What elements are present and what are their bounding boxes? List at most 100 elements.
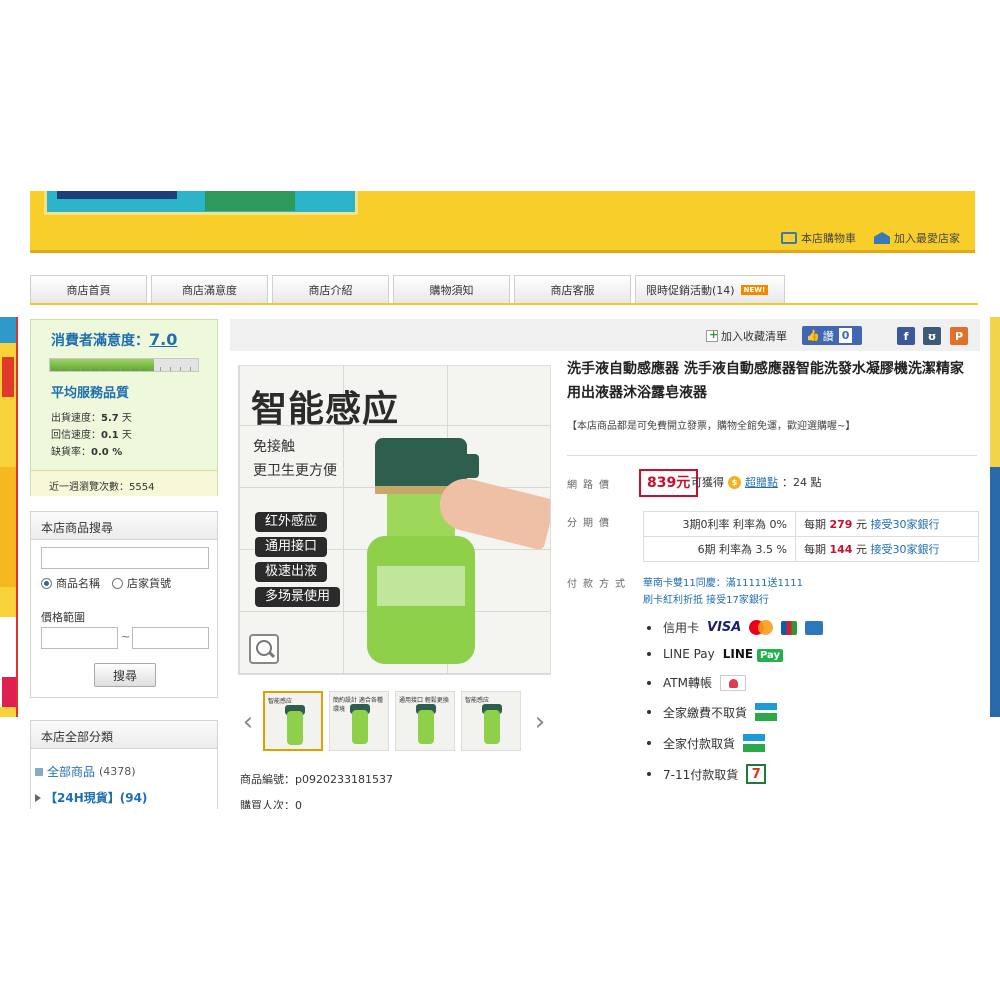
store-notice: 【本店商品都是可免費開立發票，購物全館免運，歡迎選購喔~】 bbox=[567, 421, 856, 432]
mastercard-icon bbox=[749, 620, 774, 635]
product-main: 加入收藏清單 👍讚0 f ʊ P 智能感应 免接触 更卫生更方便 红外感应 通用… bbox=[230, 319, 980, 809]
stockout-rate: 缺貨率：0.0 % bbox=[51, 447, 123, 458]
tab-store-home[interactable]: 商店首頁 bbox=[30, 275, 147, 303]
keyword-input[interactable] bbox=[41, 547, 209, 569]
tab-store-intro[interactable]: 商店介紹 bbox=[272, 275, 389, 303]
categories-title: 本店全部分類 bbox=[31, 721, 217, 749]
familymart-icon bbox=[755, 703, 778, 721]
add-favorite-link[interactable]: 加入收藏清單 bbox=[706, 328, 787, 344]
screenshot-frame: 本店購物車 加入最愛店家 商店首頁 商店滿意度 商店介紹 購物須知 商店客服 限… bbox=[0, 191, 1000, 809]
product-main-image[interactable]: 智能感应 免接触 更卫生更方便 红外感应 通用接口 极速出液 多场景使用 bbox=[238, 365, 551, 675]
card-promo-link[interactable]: 華南卡雙11同慶：滿11111送1111 bbox=[643, 575, 803, 592]
table-row: 3期0利率 利率為 0% 每期 279 元 接受30家銀行 bbox=[643, 511, 979, 537]
feature-pill: 极速出液 bbox=[255, 562, 328, 582]
list-item: 全家繳費不取貨 bbox=[647, 703, 867, 721]
store-icon bbox=[874, 232, 890, 244]
categories-panel: 本店全部分類 全部商品 (4378) 【24H現貨】(94) bbox=[30, 720, 218, 809]
bonus-points-link[interactable]: 超贈點 bbox=[745, 474, 778, 490]
bank-list-link[interactable]: 接受30家銀行 bbox=[870, 518, 939, 531]
list-item: 信用卡 VISA bbox=[647, 619, 867, 636]
search-type-radios: 商品名稱 店家貨號 bbox=[41, 575, 171, 591]
pinterest-share-icon[interactable]: P bbox=[950, 327, 968, 345]
tab-shopping-notice[interactable]: 購物須知 bbox=[393, 275, 510, 303]
thumbnail-strip: ‹ 智能感应 簡約設計 適合各種環境 通用接口 輕鬆更換 智能感应 › bbox=[238, 689, 551, 753]
reply-speed: 回信速度：0.1 天 bbox=[51, 430, 132, 441]
thumb-next-icon[interactable]: › bbox=[530, 709, 550, 735]
payment-label: 付款方式 bbox=[567, 579, 631, 590]
bank-list-link[interactable]: 接受30家銀行 bbox=[870, 543, 939, 556]
store-cart-link[interactable]: 本店購物車 bbox=[781, 230, 856, 246]
zoom-icon[interactable] bbox=[249, 634, 279, 664]
promo-tab-label: 限時促銷活動(14) bbox=[646, 283, 735, 297]
product-price: 839元 bbox=[639, 469, 699, 497]
bonus-redeem-link[interactable]: 刷卡紅利折抵 接受17家銀行 bbox=[643, 592, 803, 609]
search-panel-title: 本店商品搜尋 bbox=[31, 512, 217, 540]
familymart-icon bbox=[743, 734, 766, 752]
product-info: 洗手液自動感應器 洗手液自動感應器智能洗發水凝膠機洗潔精家用出液器沐浴露皂液器 … bbox=[567, 357, 980, 784]
search-button[interactable]: 搜尋 bbox=[94, 663, 156, 687]
right-side-ad[interactable] bbox=[990, 317, 1000, 717]
left-side-ad[interactable] bbox=[0, 317, 18, 717]
thumbnail[interactable]: 簡約設計 適合各種環境 bbox=[329, 691, 389, 751]
banner-image bbox=[44, 191, 358, 215]
price-range-label: 價格範圍 bbox=[41, 611, 85, 624]
radio-product-name[interactable] bbox=[41, 577, 52, 589]
category-24h-stock[interactable]: 【24H現貨】(94) bbox=[35, 789, 147, 806]
category-all[interactable]: 全部商品 (4378) bbox=[35, 763, 136, 780]
store-search-panel: 本店商品搜尋 商品名稱 店家貨號 價格範圍 ~ 搜尋 bbox=[30, 511, 218, 698]
product-toolbar: 加入收藏清單 👍讚0 f ʊ P bbox=[230, 319, 980, 351]
feature-pill: 通用接口 bbox=[255, 537, 328, 557]
ship-speed: 出貨速度：5.7 天 bbox=[51, 413, 132, 424]
thumb-prev-icon[interactable]: ‹ bbox=[238, 709, 258, 735]
range-tilde: ~ bbox=[121, 630, 131, 643]
plurk-share-icon[interactable]: ʊ bbox=[923, 327, 941, 345]
tab-customer-service[interactable]: 商店客服 bbox=[514, 275, 631, 303]
amex-icon bbox=[805, 620, 824, 635]
image-subline-2: 更卫生更方便 bbox=[253, 463, 337, 479]
bonus-points: 可獲得 $ 超贈點 ：24 點 bbox=[691, 474, 822, 490]
thumbs-up-icon: 👍 bbox=[806, 329, 820, 342]
min-price-input[interactable] bbox=[41, 627, 118, 649]
weekly-visits: 近一週瀏覽次數：5554 bbox=[31, 470, 217, 496]
list-item: 7-11付款取貨 7 bbox=[647, 764, 867, 784]
expand-arrow-icon bbox=[35, 793, 41, 802]
feature-pill: 红外感应 bbox=[255, 512, 328, 532]
thumbnail[interactable]: 智能感应 bbox=[461, 691, 521, 751]
image-subline-1: 免接触 bbox=[253, 439, 295, 455]
installment-label: 分期價 bbox=[567, 518, 615, 529]
line-pay-icon: LINE Pay bbox=[723, 647, 783, 662]
tab-store-satisfaction[interactable]: 商店滿意度 bbox=[151, 275, 268, 303]
radio-store-sku[interactable] bbox=[112, 577, 123, 589]
cart-icon bbox=[781, 232, 797, 244]
table-row: 6期 利率為 3.5 % 每期 144 元 接受30家銀行 bbox=[643, 536, 979, 562]
seven-eleven-icon: 7 bbox=[746, 764, 767, 784]
satisfaction-score[interactable]: 7.0 bbox=[149, 330, 177, 349]
favorite-store-link[interactable]: 加入最愛店家 bbox=[874, 230, 960, 246]
atm-icon bbox=[719, 674, 746, 691]
new-badge: NEW! bbox=[740, 284, 769, 295]
facebook-like-button[interactable]: 👍 讚 0 bbox=[802, 326, 862, 345]
price-label: 網路價 bbox=[567, 480, 615, 491]
thumbnail[interactable]: 通用接口 輕鬆更換 bbox=[395, 691, 455, 751]
feature-pill: 多场景使用 bbox=[255, 587, 341, 607]
service-quality-title: 平均服務品質 bbox=[51, 386, 130, 401]
payment-promo: 華南卡雙11同慶：滿11111送1111 刷卡紅利折抵 接受17家銀行 bbox=[643, 575, 803, 609]
tab-limited-promo[interactable]: 限時促銷活動(14) NEW! bbox=[635, 275, 785, 303]
thumbnail[interactable]: 智能感应 bbox=[263, 691, 323, 751]
list-item: ATM轉帳 bbox=[647, 674, 867, 691]
product-code: 商品編號：p0920233181537 bbox=[240, 773, 393, 786]
coin-icon: $ bbox=[728, 475, 741, 489]
bullet-icon bbox=[35, 767, 43, 776]
list-item: LINE Pay LINE Pay bbox=[647, 647, 867, 662]
purchase-count: 購買人次：0 bbox=[240, 799, 302, 809]
satisfaction-title: 消費者滿意度：7.0 bbox=[51, 330, 178, 349]
add-list-icon bbox=[706, 328, 718, 342]
max-price-input[interactable] bbox=[132, 627, 209, 649]
facebook-share-icon[interactable]: f bbox=[897, 327, 915, 345]
list-item: 全家付款取貨 bbox=[647, 734, 867, 752]
installment-table: 3期0利率 利率為 0% 每期 279 元 接受30家銀行 6期 利率為 3.5… bbox=[643, 511, 979, 562]
banner-links: 本店購物車 加入最愛店家 bbox=[781, 230, 960, 246]
product-title: 洗手液自動感應器 洗手液自動感應器智能洗發水凝膠機洗潔精家用出液器沐浴露皂液器 bbox=[567, 361, 964, 401]
satisfaction-bar bbox=[49, 358, 199, 372]
image-headline: 智能感应 bbox=[251, 389, 400, 430]
